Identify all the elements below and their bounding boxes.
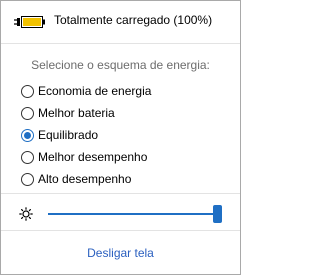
radio-button[interactable] — [21, 172, 34, 186]
power-plan-option[interactable]: Alto desempenho — [21, 168, 221, 190]
power-plan-label: Melhor desempenho — [38, 150, 148, 164]
power-plan-label: Equilibrado — [38, 128, 99, 142]
divider — [1, 193, 240, 194]
turn-off-display-link[interactable]: Desligar tela — [1, 246, 240, 260]
brightness-row — [1, 199, 240, 229]
power-plan-heading: Selecione o esquema de energia: — [31, 58, 210, 72]
brightness-slider[interactable] — [48, 205, 222, 223]
divider — [1, 230, 240, 231]
power-plan-option[interactable]: Melhor desempenho — [21, 146, 221, 168]
power-flyout: Totalmente carregado (100%) Selecione o … — [0, 0, 241, 275]
power-plan-label: Melhor bateria — [38, 106, 115, 120]
power-plan-label: Alto desempenho — [38, 172, 132, 186]
battery-full-plugged-icon — [14, 16, 45, 28]
slider-thumb[interactable] — [213, 205, 222, 223]
brightness-sun-icon — [19, 207, 33, 221]
battery-status-text: Totalmente carregado (100%) — [54, 13, 213, 27]
power-plan-option[interactable]: Melhor bateria — [21, 102, 221, 124]
radio-button[interactable] — [21, 128, 34, 142]
radio-button[interactable] — [21, 150, 34, 164]
power-plan-label: Economia de energia — [38, 84, 152, 98]
divider — [1, 43, 240, 44]
radio-button[interactable] — [21, 106, 34, 120]
slider-fill — [48, 213, 217, 215]
power-plan-option[interactable]: Economia de energia — [21, 80, 221, 102]
power-plan-list: Economia de energia Melhor bateria Equil… — [21, 80, 221, 190]
power-plan-option[interactable]: Equilibrado — [21, 124, 221, 146]
radio-button[interactable] — [21, 84, 34, 98]
battery-status-row: Totalmente carregado (100%) — [1, 1, 240, 43]
